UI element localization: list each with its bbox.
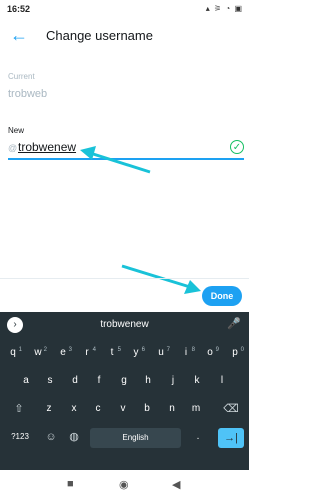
back-icon[interactable]: ◀ [172,478,180,491]
shift-icon[interactable]: ⇧ [8,398,30,420]
navigation-bar: ■ ◉ ◀ [0,470,249,500]
at-prefix: @ [8,143,18,153]
status-time: 16:52 [7,4,31,14]
divider [0,278,249,279]
enter-arrow-icon[interactable]: →| [218,428,244,448]
key-q[interactable]: q1 [2,342,24,364]
key-s[interactable]: s [39,370,61,392]
page-title: Change username [46,28,153,43]
suggestion-bar: › trobwenew 🎤 [0,312,249,338]
keyboard-row-2: a s d f g h j k l [0,370,249,394]
key-p[interactable]: p0 [224,342,246,364]
status-icons: ▴ ⚞ ◔ ▣ [205,4,243,13]
input-underline [8,158,244,160]
key-r[interactable]: r4 [76,342,98,364]
key-k[interactable]: k [186,370,208,392]
key-d[interactable]: d [64,370,86,392]
key-n[interactable]: n [161,398,183,420]
current-label: Current [8,72,35,81]
app-bar: ← Change username [0,18,249,54]
key-o[interactable]: o9 [199,342,221,364]
symbols-key[interactable]: ?123 [6,426,34,448]
keyboard-row-4: ?123 ☺ ◍ English . →| [0,426,249,450]
backspace-icon[interactable]: ⌫ [220,398,242,420]
keyboard-row-1: q1 w2 e3 r4 t5 y6 u7 i8 o9 p0 [0,342,249,366]
back-arrow-icon[interactable]: ← [8,24,30,46]
new-label: New [8,126,25,135]
key-l[interactable]: l [211,370,233,392]
suggestion-word[interactable]: trobwenew [0,319,249,330]
done-button[interactable]: Done [202,286,242,306]
key-a[interactable]: a [15,370,37,392]
key-g[interactable]: g [113,370,135,392]
key-u[interactable]: u7 [150,342,172,364]
new-username-field[interactable]: @ trobwenew ✓ [8,139,244,159]
mic-icon[interactable]: 🎤 [227,317,241,330]
key-f[interactable]: f [88,370,110,392]
key-j[interactable]: j [162,370,184,392]
key-x[interactable]: x [63,398,85,420]
current-username: trobweb [8,88,48,100]
key-z[interactable]: z [38,398,60,420]
period-key[interactable]: . [187,426,209,448]
globe-icon[interactable]: ◍ [63,426,85,448]
key-b[interactable]: b [136,398,158,420]
key-m[interactable]: m [185,398,207,420]
recents-icon[interactable]: ■ [67,478,74,490]
key-i[interactable]: i8 [175,342,197,364]
key-v[interactable]: v [112,398,134,420]
new-username-input[interactable]: trobwenew [18,140,76,154]
key-y[interactable]: y6 [125,342,147,364]
space-key[interactable]: English [90,428,181,448]
key-w[interactable]: w2 [27,342,49,364]
key-c[interactable]: c [87,398,109,420]
status-bar: 16:52 ▴ ⚞ ◔ ▣ [0,0,249,18]
check-circle-icon: ✓ [230,140,244,154]
key-t[interactable]: t5 [101,342,123,364]
keyboard-row-3: ⇧ z x c v b n m ⌫ [0,398,249,422]
emoji-icon[interactable]: ☺ [40,426,62,448]
key-h[interactable]: h [137,370,159,392]
key-e[interactable]: e3 [52,342,74,364]
keyboard: › trobwenew 🎤 q1 w2 e3 r4 t5 y6 u7 i8 o9… [0,312,249,470]
home-icon[interactable]: ◉ [119,478,129,491]
